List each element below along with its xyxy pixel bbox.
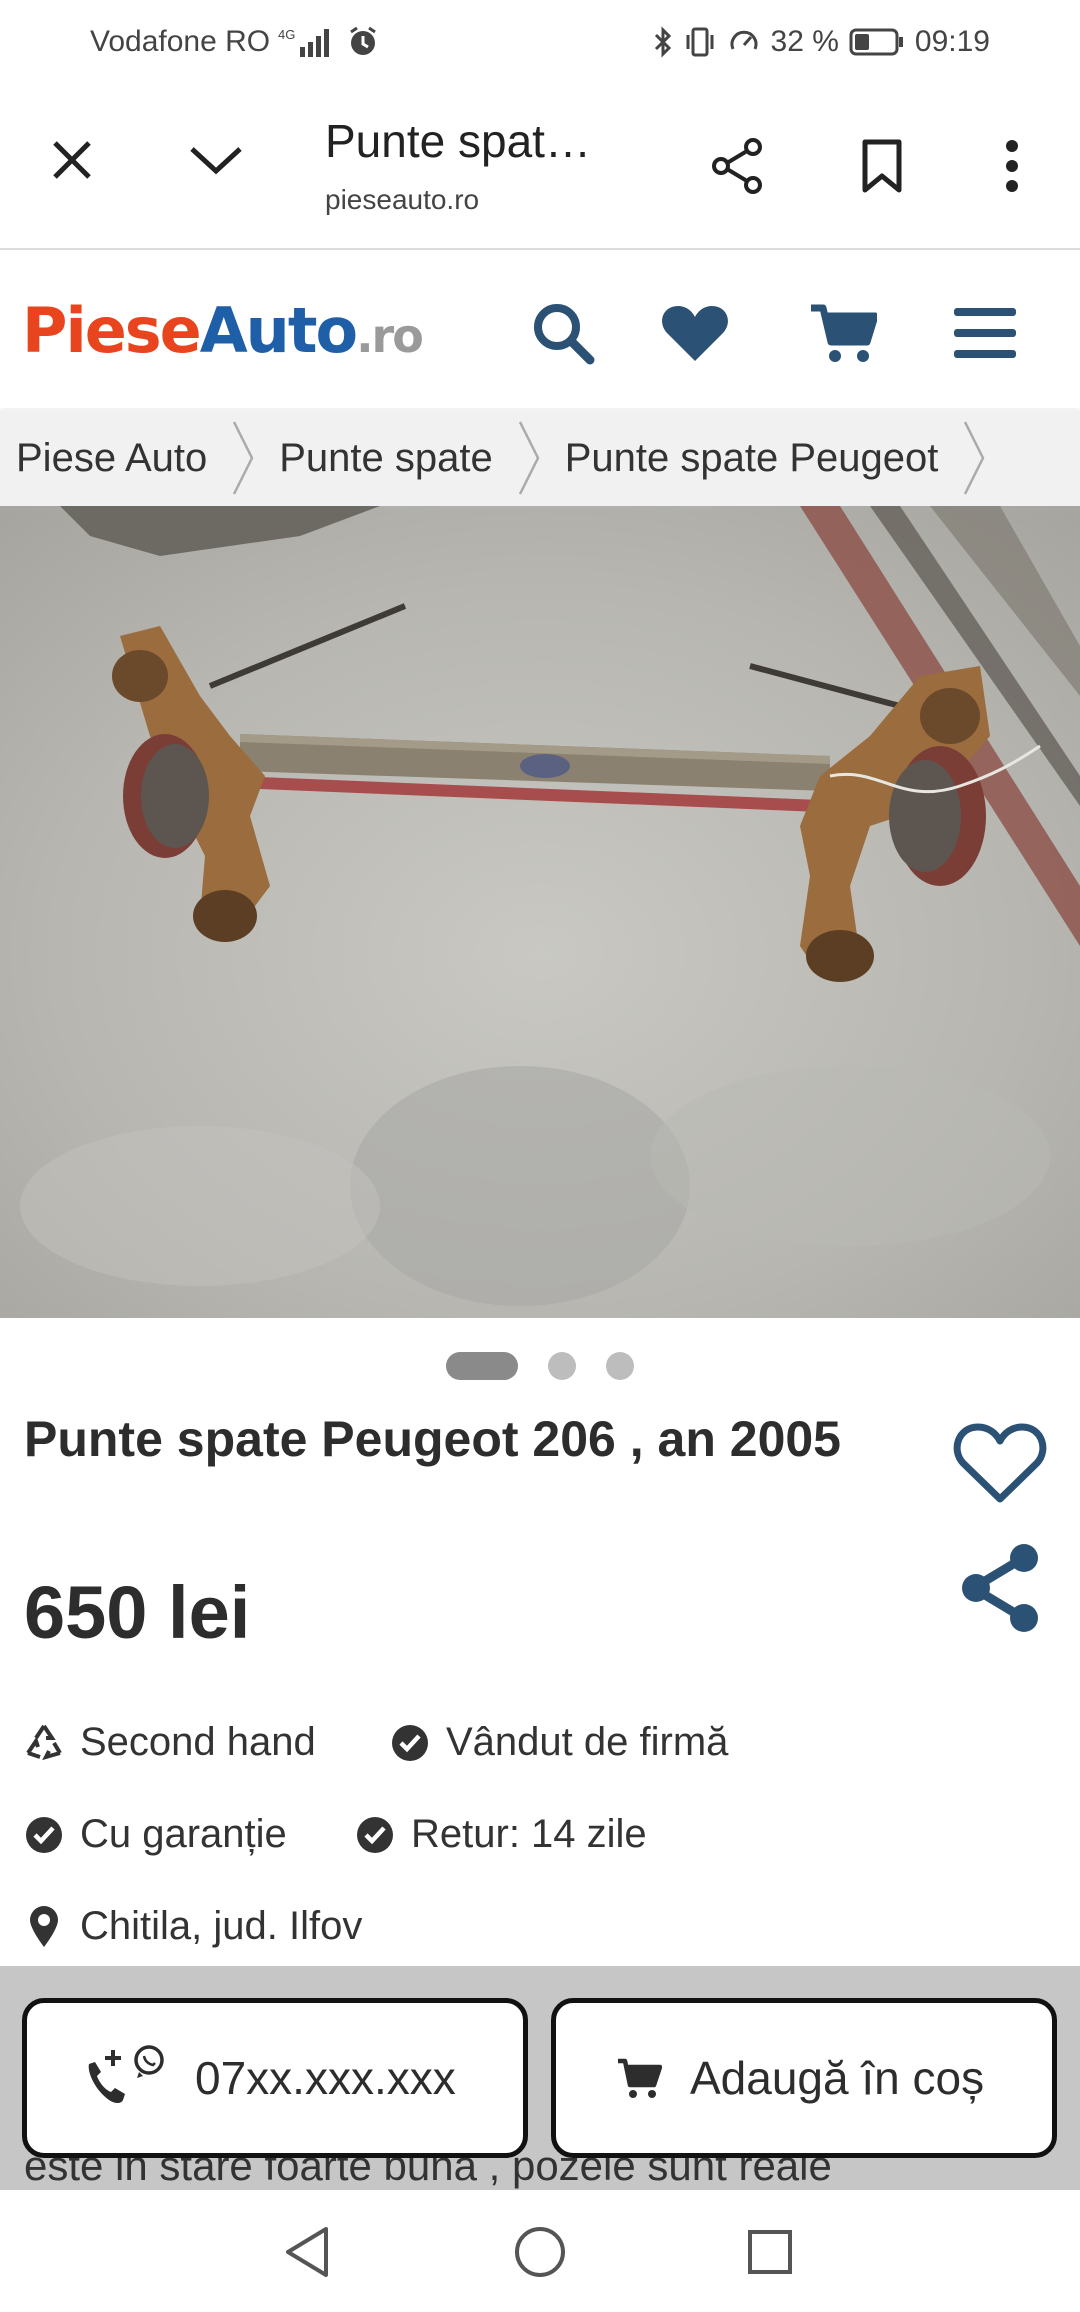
bluetooth-icon — [653, 25, 673, 59]
feature-seller: Vândut de firmă — [390, 1720, 728, 1765]
check-circle-icon — [355, 1815, 395, 1855]
breadcrumb-item-punte-spate[interactable]: Punte spate — [263, 410, 509, 506]
chevron-right-icon — [954, 410, 994, 506]
battery-percent: 32 % — [770, 25, 839, 58]
heart-outline-icon — [953, 1423, 1047, 1503]
cart-button[interactable] — [808, 298, 878, 368]
feature-seller-label: Vândut de firmă — [446, 1720, 729, 1764]
data-saver-icon — [727, 25, 761, 59]
chevron-down-icon — [190, 147, 242, 175]
page-title: Punte spat… — [325, 115, 591, 167]
breadcrumb-item-piese-auto[interactable]: Piese Auto — [0, 410, 223, 506]
carousel-dot-3[interactable] — [606, 1352, 634, 1380]
more-options-button[interactable] — [980, 134, 1044, 198]
vibrate-icon — [683, 25, 717, 59]
share-product-button[interactable] — [955, 1540, 1045, 1636]
heart-icon — [662, 306, 728, 361]
bookmark-icon — [862, 139, 902, 193]
check-circle-icon — [390, 1723, 430, 1763]
network-type: 4G — [278, 27, 295, 42]
breadcrumb-item-punte-spate-peugeot[interactable]: Punte spate Peugeot — [549, 410, 955, 506]
browser-toolbar: Punte spat… pieseauto.ro — [0, 84, 1080, 250]
menu-button[interactable] — [950, 298, 1020, 368]
back-button[interactable] — [275, 2220, 339, 2284]
phone-whatsapp-icon — [79, 2042, 171, 2114]
product-price: 650 lei — [24, 1571, 251, 1654]
chevron-right-icon — [223, 410, 263, 506]
home-button[interactable] — [508, 2220, 572, 2284]
share-icon — [712, 138, 762, 194]
back-triangle-icon — [286, 2227, 328, 2277]
minimize-button[interactable] — [184, 128, 248, 192]
chevron-right-icon — [509, 410, 549, 506]
bookmark-button[interactable] — [850, 134, 914, 198]
site-header: PieseAuto.ro — [0, 252, 1080, 408]
feature-return: Retur: 14 zile — [355, 1812, 647, 1857]
share-icon — [962, 1544, 1038, 1632]
search-icon — [534, 304, 595, 365]
add-to-cart-button[interactable]: Adaugă în coș — [551, 1998, 1057, 2158]
cart-icon — [616, 2057, 662, 2099]
site-logo[interactable]: PieseAuto.ro — [22, 294, 424, 367]
product-title: Punte spate Peugeot 206 , an 2005 — [24, 1411, 841, 1467]
sticky-action-bar: o este in stare foarte buna , pozele sun… — [0, 1966, 1080, 2190]
status-bar: Vodafone RO 4G 32 % 09:19 — [0, 0, 1080, 84]
feature-warranty-label: Cu garanție — [80, 1812, 287, 1856]
close-icon — [53, 141, 91, 179]
clock: 09:19 — [914, 25, 990, 58]
feature-condition: Second hand — [24, 1720, 316, 1765]
feature-location: Chitila, jud. Ilfov — [24, 1904, 362, 1949]
carrier-name: Vodafone RO — [90, 25, 271, 58]
system-navigation-bar — [0, 2190, 1080, 2312]
close-tab-button[interactable] — [40, 128, 104, 192]
recents-square-icon — [748, 2230, 792, 2274]
recents-button[interactable] — [738, 2220, 802, 2284]
more-vert-icon — [1006, 140, 1018, 192]
feature-return-label: Retur: 14 zile — [411, 1812, 647, 1856]
cart-icon — [811, 304, 877, 362]
carousel-dot-1[interactable] — [446, 1352, 518, 1380]
product-photo[interactable] — [0, 506, 1080, 1318]
breadcrumb: Piese Auto Punte spate Punte spate Peuge… — [0, 410, 1080, 506]
check-circle-icon — [24, 1815, 64, 1855]
battery-icon — [849, 27, 905, 57]
feature-condition-label: Second hand — [80, 1720, 316, 1764]
location-pin-icon — [24, 1905, 64, 1947]
hamburger-menu-icon — [954, 308, 1016, 358]
search-button[interactable] — [528, 298, 598, 368]
call-seller-button[interactable]: 07xx.xxx.xxx — [22, 1998, 528, 2158]
recycle-icon — [24, 1723, 64, 1763]
carousel-dot-2[interactable] — [548, 1352, 576, 1380]
alarm-icon — [346, 25, 380, 59]
feature-warranty: Cu garanție — [24, 1812, 287, 1857]
image-carousel-indicator — [0, 1352, 1080, 1380]
favorites-button[interactable] — [660, 298, 730, 368]
add-to-cart-label: Adaugă în coș — [690, 2052, 985, 2104]
page-domain: pieseauto.ro — [325, 184, 480, 215]
share-page-button[interactable] — [706, 134, 770, 198]
add-to-favorites-button[interactable] — [950, 1418, 1050, 1508]
signal-icon: 4G — [278, 25, 338, 59]
phone-number: 07xx.xxx.xxx — [195, 2052, 456, 2104]
feature-location-label: Chitila, jud. Ilfov — [80, 1904, 363, 1948]
home-circle-icon — [515, 2227, 565, 2277]
